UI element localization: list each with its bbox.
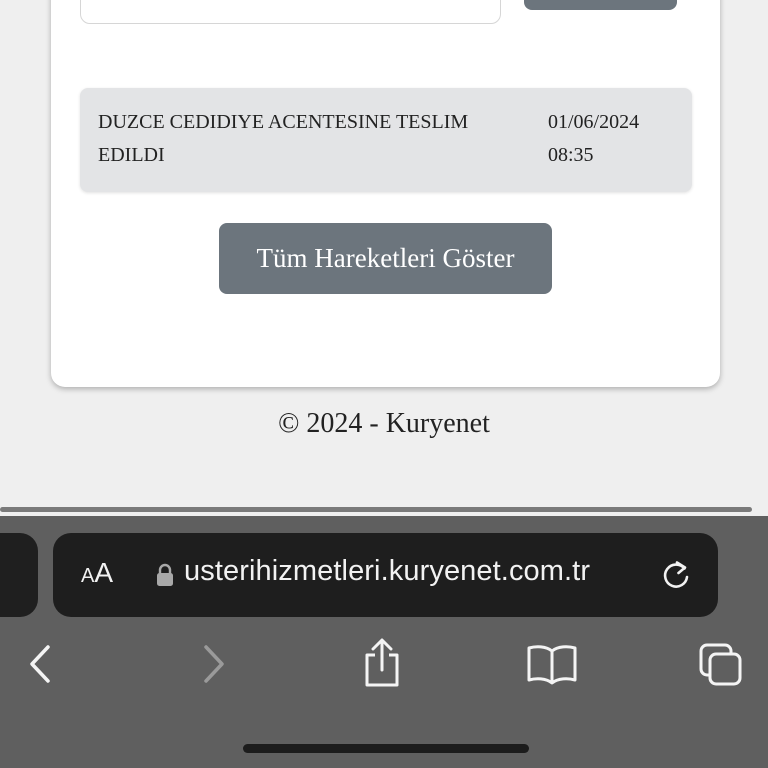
query-button[interactable] xyxy=(524,0,677,10)
reload-icon[interactable] xyxy=(658,557,694,593)
tracking-number-input[interactable] xyxy=(80,0,501,24)
tracking-card: DUZCE CEDIDIYE ACENTESINE TESLIM EDILDI … xyxy=(51,0,720,387)
event-time: 08:35 xyxy=(548,144,594,166)
back-icon[interactable] xyxy=(26,644,54,684)
show-all-movements-button[interactable]: Tüm Hareketleri Göster xyxy=(219,223,552,294)
forward-icon[interactable] xyxy=(200,644,228,684)
event-description: DUZCE CEDIDIYE ACENTESINE TESLIM EDILDI xyxy=(98,111,469,166)
event-date: 01/06/2024 xyxy=(548,111,640,133)
share-icon[interactable] xyxy=(360,638,404,688)
tabs-icon[interactable] xyxy=(698,642,744,688)
address-bar[interactable]: AA usterihizmetleri.kuryenet.com.tr xyxy=(53,533,718,617)
home-indicator[interactable] xyxy=(243,744,529,753)
lock-icon xyxy=(157,563,173,586)
browser-toolbar: AA usterihizmetleri.kuryenet.com.tr xyxy=(0,516,768,768)
event-datetime: 01/06/2024 08:35 xyxy=(548,106,668,172)
previous-tab-preview[interactable] xyxy=(0,533,38,617)
reader-settings-button[interactable]: AA xyxy=(81,557,113,589)
page-scroll-indicator xyxy=(0,507,752,512)
footer-copyright: © 2024 - Kuryenet xyxy=(278,408,490,439)
shipment-event-item: DUZCE CEDIDIYE ACENTESINE TESLIM EDILDI … xyxy=(80,88,692,192)
bookmarks-icon[interactable] xyxy=(526,643,578,685)
url-text: usterihizmetleri.kuryenet.com.tr xyxy=(184,555,591,587)
